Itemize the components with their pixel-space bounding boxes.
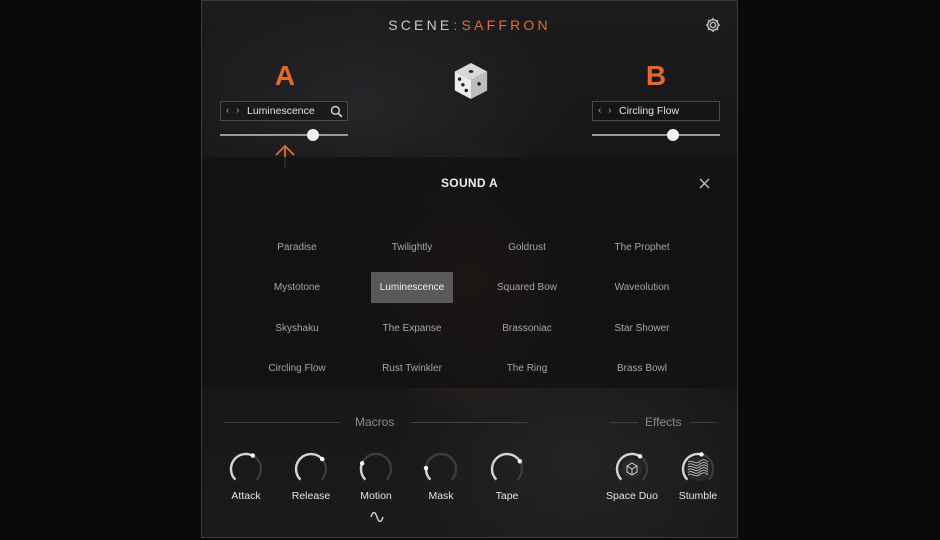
attack-knob[interactable]: Attack [216, 451, 276, 507]
slider-thumb[interactable] [307, 129, 320, 141]
space-duo-knob[interactable]: Space Duo [602, 451, 662, 507]
divider [224, 422, 340, 423]
knob-indicator [320, 456, 325, 462]
preset-item[interactable]: Mystotone [256, 272, 338, 303]
preset-item[interactable]: Rust Twinkler [371, 353, 453, 384]
slider-track [220, 134, 348, 136]
knob-label: Stumble [678, 490, 718, 502]
preset-item[interactable]: The Ring [486, 353, 568, 384]
slot-a-preset-selector[interactable]: ‹ › Luminescence [220, 101, 348, 121]
knob-dial[interactable] [293, 451, 329, 487]
tape-knob[interactable]: Tape [477, 451, 537, 507]
slot-b-preset-selector[interactable]: ‹ › Circling Flow [592, 101, 720, 121]
preset-grid: Paradise Twilightly Goldrust The Prophet Mys… [239, 232, 699, 396]
close-icon[interactable] [699, 178, 710, 189]
knob-label: Space Duo [606, 490, 658, 502]
knob-value-arc [294, 452, 324, 481]
dice-icon[interactable] [452, 61, 490, 101]
release-knob[interactable]: Release [281, 451, 341, 507]
sine-wave-icon[interactable] [370, 512, 384, 522]
knob-indicator [517, 459, 523, 464]
preset-item[interactable]: Waveolution [601, 272, 683, 303]
slot-a-preset-name: Luminescence [247, 105, 315, 117]
slot-a-label: A [274, 60, 296, 91]
knob-dial[interactable] [680, 451, 716, 487]
knob-value-arc [490, 452, 521, 481]
sound-browser-panel: SOUND A Paradise Twilightly Goldrust The Pr… [202, 157, 737, 388]
knob-dial[interactable] [614, 451, 650, 487]
knob-dial[interactable] [228, 451, 264, 487]
knob-indicator [699, 452, 704, 457]
slot-b-preset-name: Circling Flow [619, 105, 680, 117]
preset-item[interactable]: Circling Flow [256, 353, 338, 384]
preset-item[interactable]: Luminescence [371, 272, 453, 303]
preset-item[interactable]: Goldrust [486, 232, 568, 263]
app-title-left: SCENE [388, 17, 453, 33]
knob-value-arc [229, 452, 254, 481]
preset-item[interactable]: Twilightly [371, 232, 453, 263]
mask-knob[interactable]: Mask [411, 451, 471, 507]
knob-label: Attack [231, 490, 261, 502]
knob-track [359, 452, 393, 481]
knob-label: Motion [360, 490, 392, 502]
gear-icon[interactable] [704, 16, 722, 34]
effects-section-label: Effects [645, 415, 682, 429]
app-title: SCENE:SAFFRON [202, 17, 737, 33]
plugin-window: SCENE:SAFFRON A ‹ › Luminescence B ‹ › C… [201, 0, 738, 538]
knob-label: Release [291, 490, 331, 502]
knob-indicator [359, 461, 365, 466]
preset-item[interactable]: Paradise [256, 232, 338, 263]
knob-label: Tape [495, 490, 519, 502]
slider-track [592, 134, 720, 136]
chevron-left-right-icon[interactable]: ‹ › [226, 105, 241, 116]
preset-item[interactable]: Brass Bowl [601, 353, 683, 384]
preset-item[interactable]: Brassoniac [486, 313, 568, 344]
knob-label: Mask [428, 490, 454, 502]
divider [691, 422, 717, 423]
wave-lines-icon [686, 457, 710, 481]
divider [411, 422, 527, 423]
app-title-right: SAFFRON [461, 17, 551, 33]
macros-section-label: Macros [355, 415, 395, 429]
stumble-knob[interactable]: Stumble [668, 451, 728, 507]
divider [610, 422, 638, 423]
preset-item[interactable]: The Expanse [371, 313, 453, 344]
knob-dial[interactable] [358, 451, 394, 487]
sound-browser-title: SOUND A [441, 176, 498, 190]
knob-dial[interactable] [489, 451, 525, 487]
knob-indicator [637, 454, 643, 459]
knob-value-arc [359, 462, 367, 481]
preset-item[interactable]: Squared Bow [486, 272, 568, 303]
preset-item[interactable]: Star Shower [601, 313, 683, 344]
slot-b-volume-slider[interactable] [592, 128, 720, 142]
slider-thumb[interactable] [666, 129, 679, 141]
knob-dial[interactable] [423, 451, 459, 487]
preset-item[interactable]: The Prophet [601, 232, 683, 263]
knob-indicator [423, 465, 429, 471]
slot-a-volume-slider[interactable] [220, 128, 348, 142]
preset-item[interactable]: Skyshaku [256, 313, 338, 344]
knob-indicator [250, 453, 256, 458]
app-title-separator: : [453, 17, 461, 33]
slot-b-label: B [645, 60, 667, 91]
knob-track [424, 452, 458, 481]
chevron-left-right-icon[interactable]: ‹ › [598, 105, 613, 116]
motion-knob[interactable]: Motion [346, 451, 406, 507]
search-icon[interactable] [330, 105, 343, 118]
cube-icon [622, 459, 642, 479]
